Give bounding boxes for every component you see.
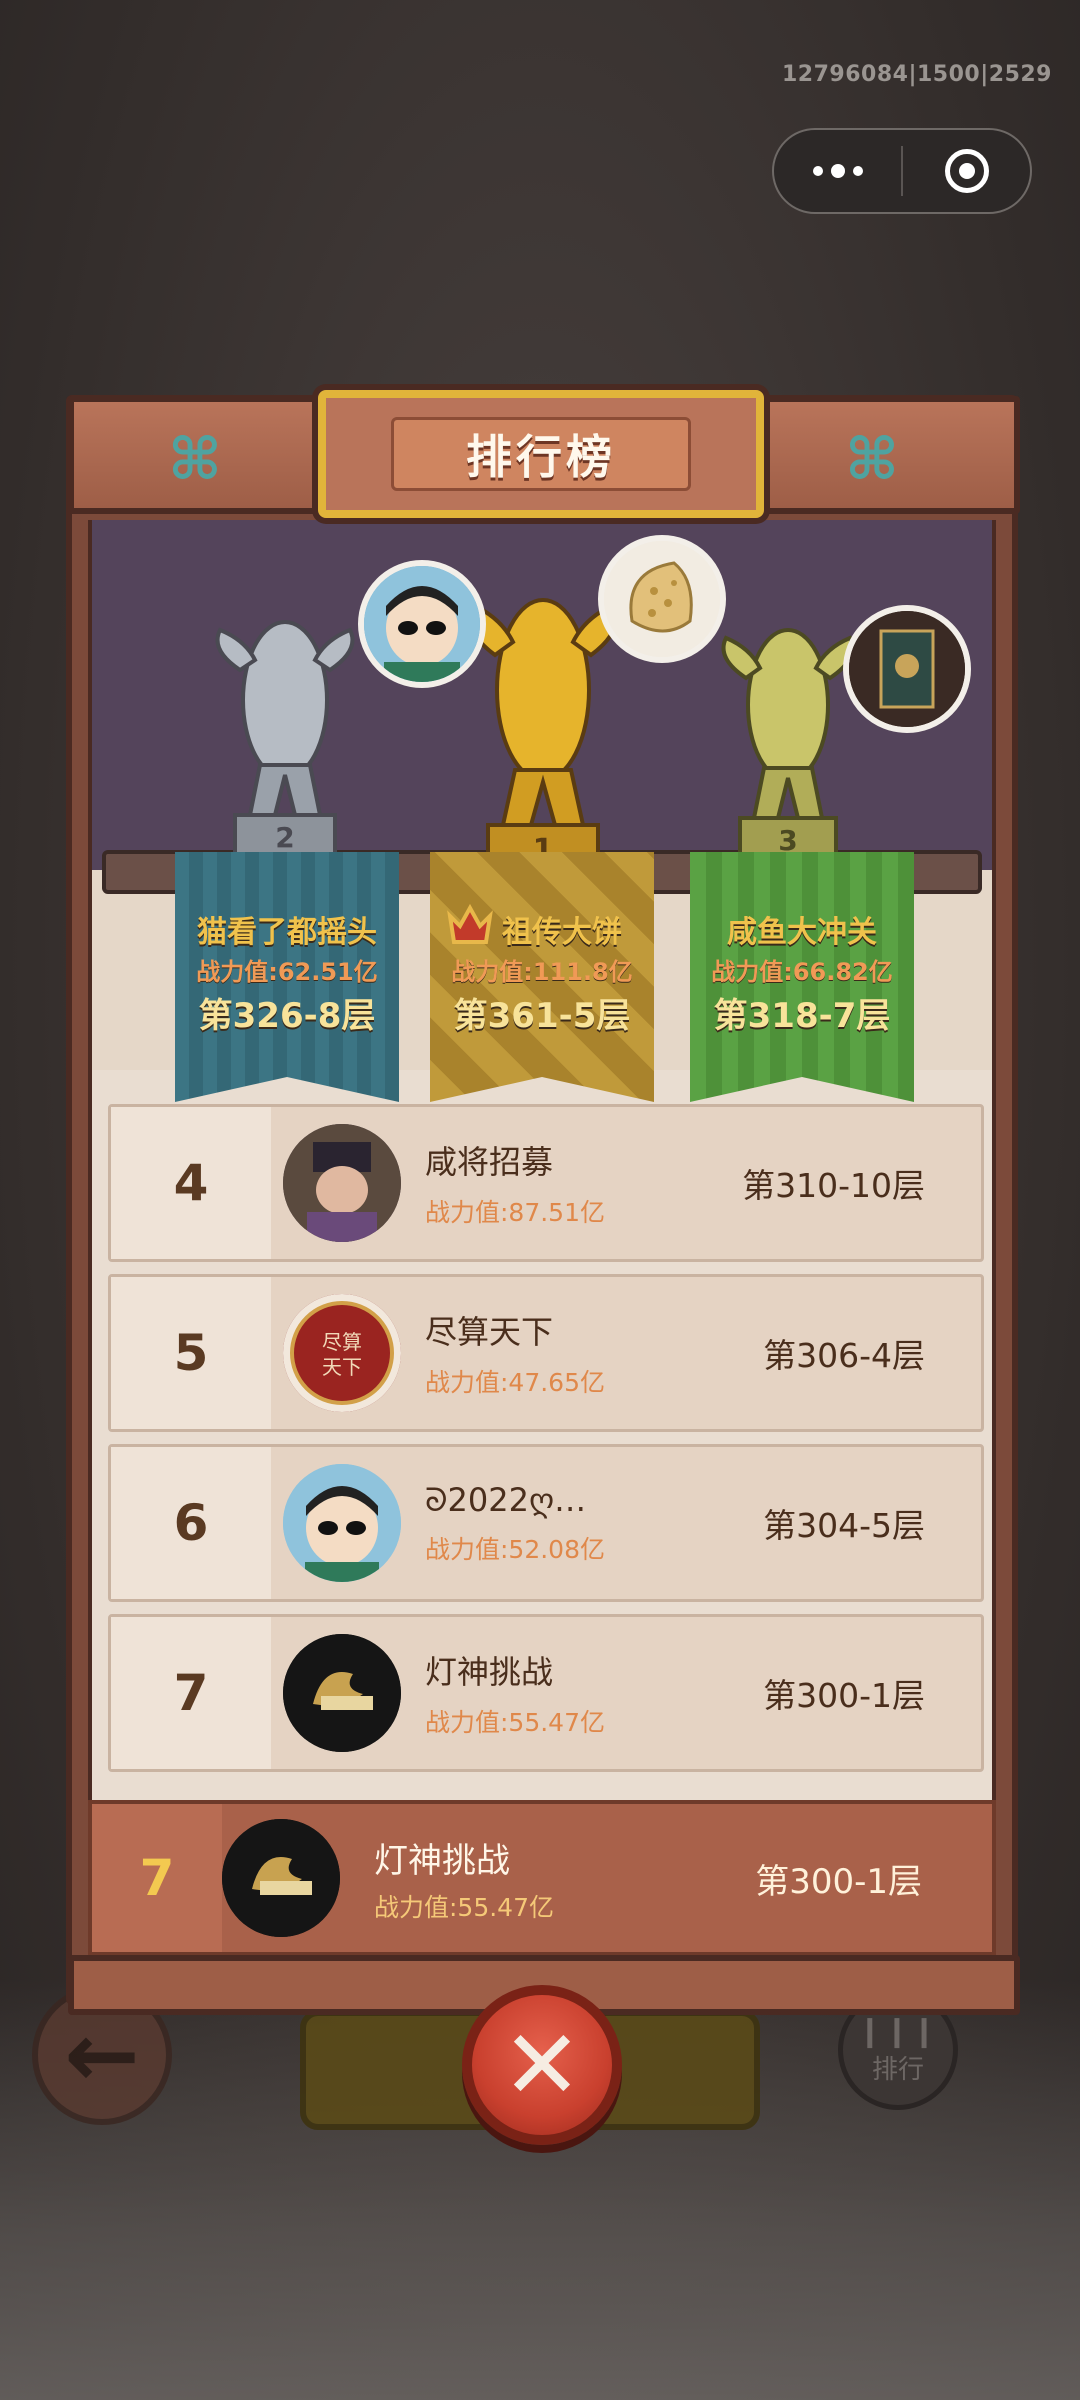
rank-2-power: 战力值:62.51亿 (196, 958, 378, 986)
player-info: 灯神挑战 战力值:55.47亿 (425, 1647, 763, 1739)
player-name: ᘐ2022ღ… (425, 1480, 587, 1519)
rank-3-power: 战力值:66.82亿 (711, 958, 893, 986)
my-name: 灯神挑战 (374, 1840, 510, 1881)
close-icon: ✕ (501, 2009, 583, 2121)
miniprogram-capsule (772, 128, 1032, 214)
player-info: 尽算天下 战力值:47.65亿 (425, 1307, 763, 1399)
avatar (843, 605, 971, 733)
rank-2-name: 猫看了都摇头 (197, 915, 377, 950)
player-floor: 第300-1层 (763, 1676, 925, 1715)
rank-number: 4 (111, 1107, 271, 1259)
player-info: 咸将招募 战力值:87.51亿 (425, 1137, 742, 1229)
list-item[interactable]: 7 灯神挑战 战力值:55.47亿 第300-1层 (108, 1614, 984, 1772)
background-rank-label: 排行 (871, 2055, 924, 2085)
rank-1-floor: 第361-5层 (453, 996, 631, 1036)
rank-number: 6 (111, 1447, 271, 1599)
exit-button[interactable] (903, 130, 1030, 212)
player-power: 战力值:52.08亿 (425, 1534, 605, 1564)
debug-text: 12796084|1500|2529 (782, 62, 1052, 87)
rank-3-name: 咸鱼大冲关 (727, 915, 877, 950)
player-power: 战力值:87.51亿 (425, 1198, 605, 1227)
close-button[interactable]: ✕ (462, 1985, 622, 2145)
avatar (358, 560, 486, 688)
silver-fish-trophy: 2 (200, 590, 370, 880)
my-power: 战力值:55.47亿 (374, 1892, 554, 1922)
more-button[interactable] (774, 130, 901, 212)
more-dots-icon (812, 164, 863, 178)
player-power: 战力值:55.47亿 (425, 1708, 605, 1737)
avatar (283, 1464, 401, 1582)
rank-2-floor: 第326-8层 (198, 996, 376, 1036)
player-name: 灯神挑战 (425, 1653, 554, 1691)
svg-text:2: 2 (275, 821, 294, 854)
player-info: ᘐ2022ღ… 战力值:52.08亿 (425, 1481, 763, 1566)
my-rank-row: 7 灯神挑战 战力值:55.47亿 第300-1层 (88, 1800, 996, 1956)
svg-text:尽算: 尽算 (322, 1330, 362, 1354)
target-circle-icon (944, 149, 989, 193)
fish-emblem-icon: ⌘ (845, 425, 899, 493)
bar-chart-icon: ❙❙❙ (857, 2014, 939, 2049)
avatar (283, 1124, 401, 1242)
list-item[interactable]: 6 ᘐ2022ღ… 战力值:52.08亿 第304-5层 (108, 1444, 984, 1602)
player-floor: 第306-4层 (763, 1336, 925, 1375)
my-info: 灯神挑战 战力值:55.47亿 (374, 1833, 755, 1924)
avatar (598, 535, 726, 663)
list-item[interactable]: 5 尽算 天下 尽算天下 战力值:47.65亿 第306-4层 (108, 1274, 984, 1432)
rank-number: 5 (111, 1277, 271, 1429)
rank-1-power: 战力值:111.8亿 (451, 958, 633, 986)
player-name: 咸将招募 (425, 1143, 554, 1181)
bronze-fish-trophy: 3 (708, 600, 868, 880)
avatar (283, 1634, 401, 1752)
rank-number: 7 (111, 1617, 271, 1769)
player-floor: 第310-10层 (742, 1166, 925, 1205)
avatar: 尽算 天下 (283, 1294, 401, 1412)
my-rank-number: 7 (92, 1804, 222, 1952)
title-plaque: 排行榜 (318, 390, 764, 518)
list-item[interactable]: 4 咸将招募 战力值:87.51亿 第310-10层 (108, 1104, 984, 1262)
crown-badge-icon (444, 900, 496, 952)
rank-3-floor: 第318-7层 (713, 996, 891, 1036)
modal-title: 排行榜 (391, 417, 691, 491)
player-power: 战力值:47.65亿 (425, 1368, 605, 1397)
avatar (222, 1819, 340, 1937)
svg-text:天下: 天下 (322, 1355, 362, 1379)
my-floor: 第300-1层 (755, 1861, 922, 1902)
player-floor: 第304-5层 (763, 1506, 925, 1545)
player-name: 尽算天下 (425, 1313, 554, 1351)
fish-emblem-icon: ⌘ (168, 425, 222, 493)
